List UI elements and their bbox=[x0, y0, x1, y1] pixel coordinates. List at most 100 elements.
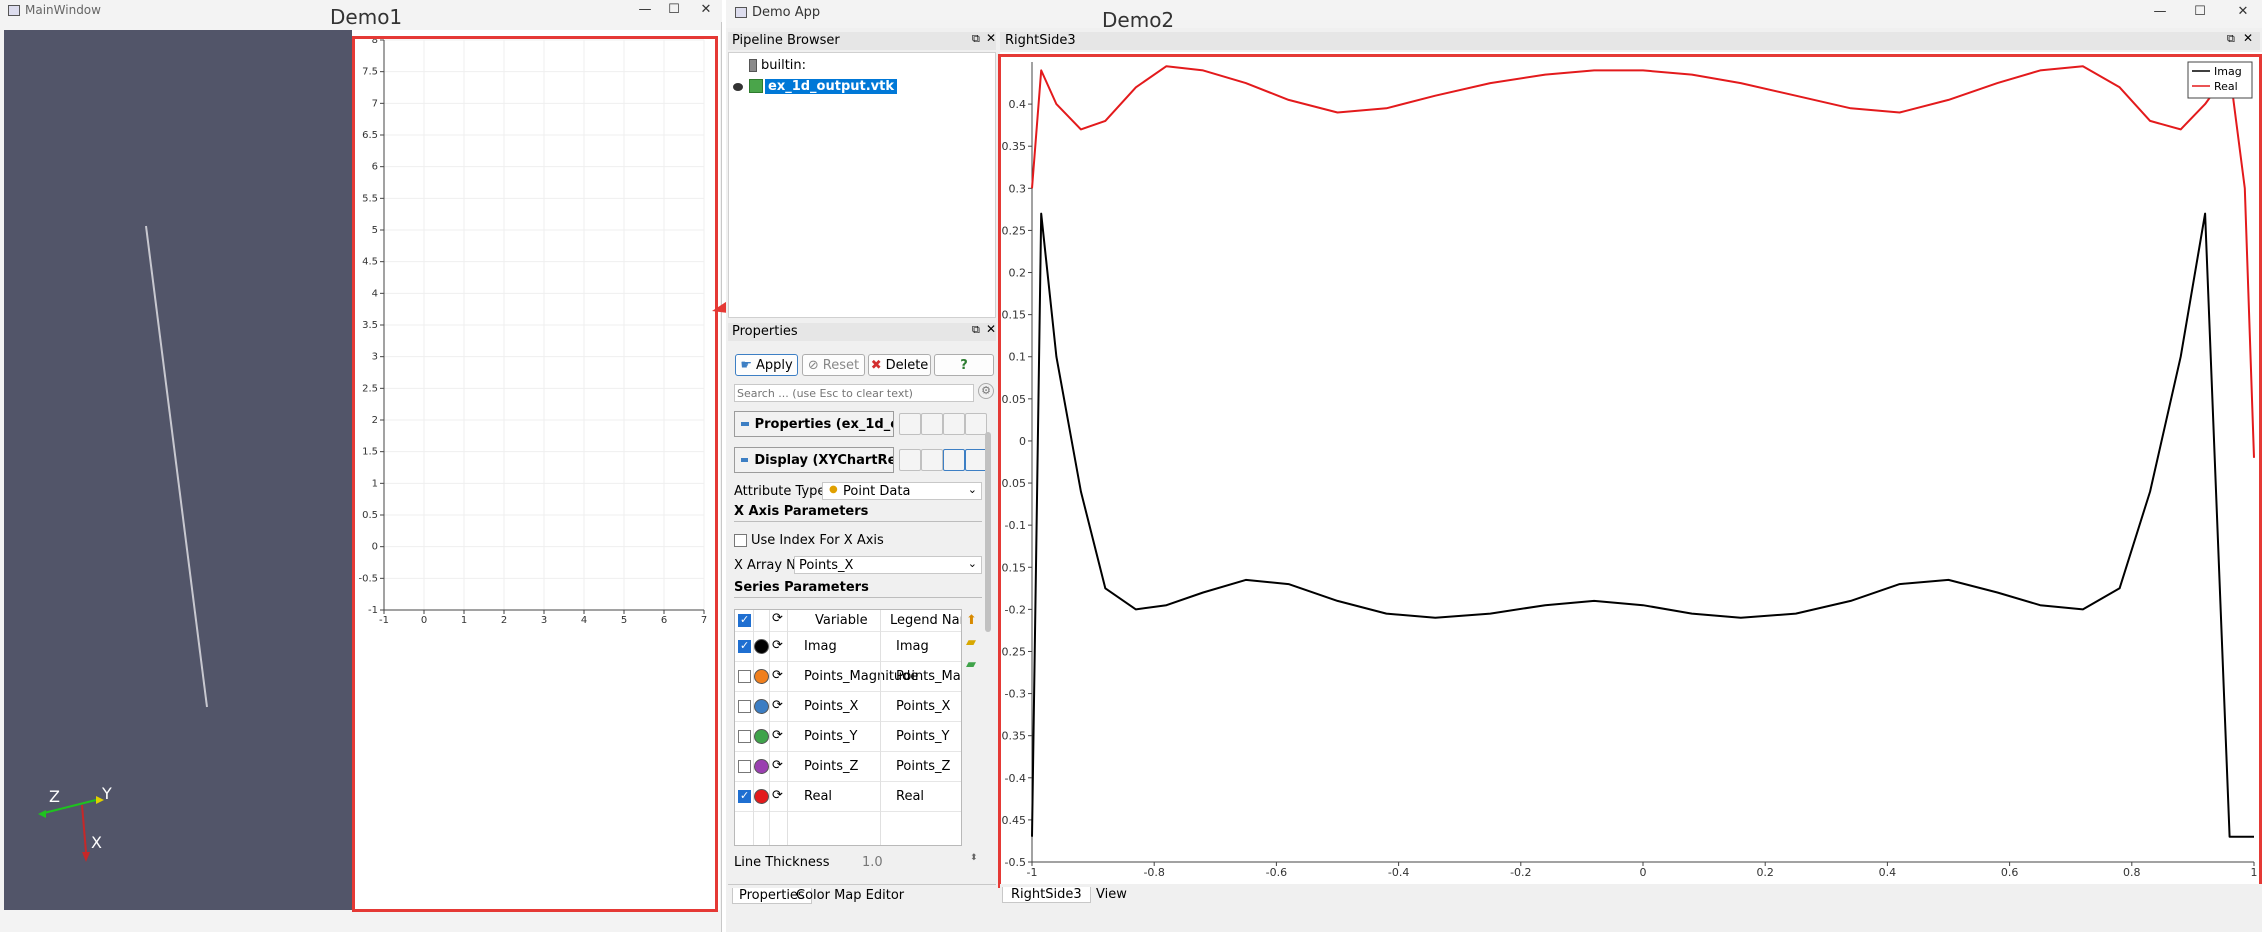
demo1-annotation: Demo1 bbox=[330, 5, 403, 29]
view-header: RightSide3 ⧉ ✕ bbox=[1000, 31, 2260, 50]
float-icon[interactable]: ⧉ bbox=[972, 323, 980, 337]
folder-icon[interactable]: ▰ bbox=[966, 635, 976, 650]
reset-button[interactable]: ⊘ Reset bbox=[802, 354, 865, 376]
close-icon[interactable]: ✕ bbox=[2243, 31, 2253, 45]
series-table: ⟳ Variable Legend Name ⟳ Imag Imag ⟳ Points_… bbox=[734, 609, 962, 846]
app-icon bbox=[735, 7, 747, 18]
series-variable: Points_Z bbox=[804, 759, 859, 774]
use-index-checkbox[interactable] bbox=[734, 534, 747, 547]
style-icon[interactable]: ⟳ bbox=[772, 788, 783, 803]
copy-icon[interactable] bbox=[899, 413, 921, 435]
close-icon[interactable]: ✕ bbox=[986, 322, 996, 336]
series-legend-name[interactable]: Points_Y bbox=[896, 729, 950, 744]
style-icon[interactable]: ⟳ bbox=[772, 638, 783, 653]
save-icon[interactable] bbox=[965, 413, 987, 435]
properties-title: Properties bbox=[732, 324, 798, 339]
series-color-swatch[interactable] bbox=[754, 729, 769, 744]
style-icon[interactable]: ⟳ bbox=[772, 728, 783, 743]
folder-add-icon[interactable]: ▰ bbox=[966, 657, 976, 672]
series-visible-checkbox[interactable] bbox=[738, 730, 751, 743]
series-variable: Imag bbox=[804, 639, 837, 654]
float-icon[interactable]: ⧉ bbox=[972, 32, 980, 46]
collapse-icon bbox=[741, 458, 749, 462]
use-index-label: Use Index For X Axis bbox=[751, 533, 884, 548]
select-all-checkbox[interactable] bbox=[738, 613, 751, 627]
tab-color-map-editor[interactable]: Color Map Editor bbox=[796, 888, 904, 903]
move-up-icon[interactable]: ⬆ bbox=[966, 613, 977, 628]
close-button[interactable]: ✕ bbox=[2233, 4, 2253, 19]
series-color-swatch[interactable] bbox=[754, 789, 769, 804]
series-color-swatch[interactable] bbox=[754, 639, 769, 654]
gear-icon[interactable]: ⚙ bbox=[978, 383, 994, 399]
series-visible-checkbox[interactable] bbox=[738, 639, 751, 653]
series-visible-checkbox[interactable] bbox=[738, 700, 751, 713]
properties-header: Properties ⧉ ✕ bbox=[728, 322, 996, 341]
left-dock-tabs: Properties Color Map Editor bbox=[728, 884, 996, 908]
series-legend-name[interactable]: Imag bbox=[896, 639, 929, 654]
properties-section-header[interactable]: Properties (ex_1d_output.vtk) bbox=[734, 411, 894, 437]
axis-z-arrow-icon bbox=[38, 810, 46, 818]
float-icon[interactable]: ⧉ bbox=[2227, 32, 2235, 46]
paste-icon[interactable] bbox=[921, 449, 943, 471]
spin-icon[interactable]: ⬍ bbox=[970, 853, 978, 863]
render-viewport[interactable]: Z Y X bbox=[4, 30, 352, 910]
pipeline-browser-header: Pipeline Browser ⧉ ✕ bbox=[728, 31, 996, 50]
series-visible-checkbox[interactable] bbox=[738, 760, 751, 773]
style-icon[interactable]: ⟳ bbox=[772, 698, 783, 713]
series-color-swatch[interactable] bbox=[754, 669, 769, 684]
demo2-annotation: Demo2 bbox=[1102, 8, 1175, 32]
window-title: MainWindow bbox=[25, 3, 101, 17]
copy-icon[interactable] bbox=[899, 449, 921, 471]
style-icon[interactable]: ⟳ bbox=[772, 668, 783, 683]
apply-button[interactable]: ☛ Apply bbox=[735, 354, 798, 376]
help-button[interactable]: ? bbox=[934, 354, 994, 376]
line-geometry bbox=[145, 225, 208, 708]
series-visible-checkbox[interactable] bbox=[738, 670, 751, 683]
line-thickness-label: Line Thickness bbox=[734, 855, 830, 870]
line-thickness-value[interactable]: 1.0 bbox=[862, 855, 883, 870]
series-variable: Points_Y bbox=[804, 729, 858, 744]
close-icon[interactable]: ✕ bbox=[986, 31, 996, 45]
app-icon bbox=[8, 5, 20, 16]
display-section-header[interactable]: Display (XYChartRepresentatio bbox=[734, 447, 894, 473]
pipeline-tree: builtin: ex_1d_output.vtk bbox=[728, 52, 996, 318]
title-bar: Demo App — ☐ ✕ bbox=[726, 0, 2262, 28]
maximize-button[interactable]: ☐ bbox=[2190, 4, 2210, 19]
series-legend-name[interactable]: Points_X bbox=[896, 699, 950, 714]
axis-y-label: Y bbox=[102, 784, 112, 803]
eye-icon[interactable] bbox=[733, 83, 743, 91]
minimize-button[interactable]: — bbox=[2150, 4, 2170, 19]
tab-rightside3[interactable]: RightSide3 bbox=[1002, 887, 1091, 903]
refresh-icon[interactable] bbox=[943, 413, 965, 435]
delete-button[interactable]: ✖ Delete bbox=[868, 354, 931, 376]
col-legend-name: Legend Name bbox=[890, 613, 961, 628]
close-button[interactable]: ✕ bbox=[696, 2, 716, 17]
properties-panel: ☛Apply ⊘Reset ✖Delete ? ⚙ Properties (ex… bbox=[728, 343, 996, 888]
style-icon[interactable]: ⟳ bbox=[772, 758, 783, 773]
search-input[interactable] bbox=[734, 384, 974, 402]
series-legend-name[interactable]: Real bbox=[896, 789, 924, 804]
axis-x-arrow-icon bbox=[82, 852, 90, 862]
tab-view[interactable]: View bbox=[1096, 887, 1127, 902]
series-visible-checkbox[interactable] bbox=[738, 789, 751, 803]
right-dock-tabs: RightSide3 View bbox=[1000, 884, 2262, 908]
series-legend-name[interactable]: Points_Z bbox=[896, 759, 950, 774]
x-array-select[interactable]: Points_X ⌄ bbox=[794, 556, 982, 574]
save-icon[interactable] bbox=[965, 449, 987, 471]
refresh-icon[interactable] bbox=[943, 449, 965, 471]
right-highlight-box bbox=[998, 54, 2262, 888]
series-color-swatch[interactable] bbox=[754, 759, 769, 774]
pipeline-browser-title: Pipeline Browser bbox=[732, 33, 840, 48]
series-color-swatch[interactable] bbox=[754, 699, 769, 714]
properties-scrollbar[interactable] bbox=[985, 432, 991, 632]
attribute-type-select[interactable]: ● Point Data ⌄ bbox=[822, 482, 982, 500]
series-legend-name[interactable]: Points_Magni... bbox=[896, 669, 961, 684]
minimize-button[interactable]: — bbox=[635, 2, 655, 17]
maximize-button[interactable]: ☐ bbox=[664, 2, 684, 17]
chevron-down-icon: ⌄ bbox=[967, 483, 977, 496]
series-header: Series Parameters bbox=[734, 580, 869, 595]
demo-app-window: Demo App — ☐ ✕ Demo2 Pipeline Browser ⧉ … bbox=[726, 0, 2262, 932]
paste-icon[interactable] bbox=[921, 413, 943, 435]
apply-icon: ☛ bbox=[740, 357, 752, 373]
main-window: MainWindow — ☐ ✕ Demo1 Z Y X -1 0 1 2 3 4 5 6 7 8… bbox=[0, 0, 722, 932]
